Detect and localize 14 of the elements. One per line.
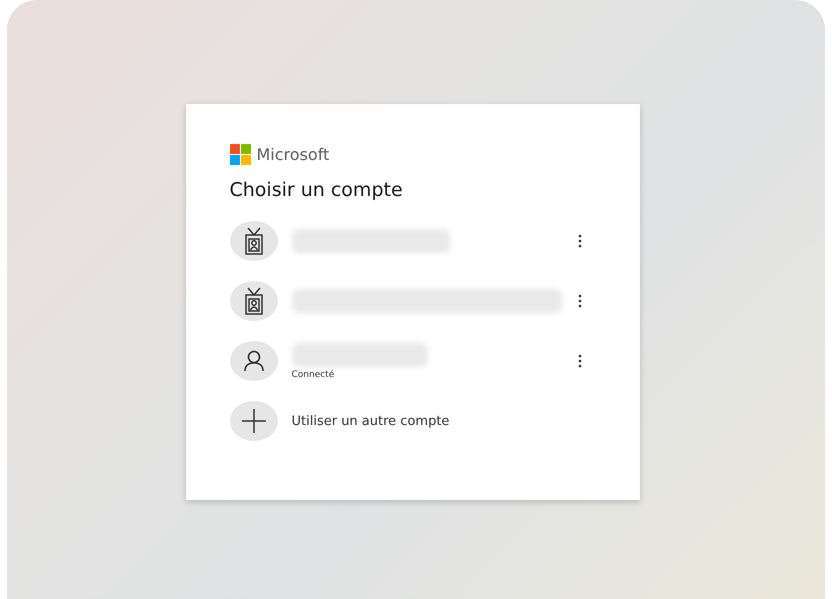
add-icon <box>242 409 266 433</box>
badge-icon <box>242 227 264 255</box>
badge-icon <box>242 287 264 315</box>
person-icon <box>242 350 264 372</box>
status-label: Connecté <box>292 370 336 380</box>
brand-name: Microsoft <box>256 145 330 164</box>
add-account-tile[interactable]: Utiliser un autre compte <box>230 391 596 451</box>
more-icon <box>578 294 582 308</box>
logo-icon <box>230 144 250 165</box>
page-title: Choisir un compte <box>230 179 404 201</box>
account-tile[interactable]: Connecté <box>230 331 596 391</box>
more-icon <box>578 354 582 368</box>
add-account-label: Utiliser un autre compte <box>292 414 450 428</box>
more-icon <box>578 234 582 248</box>
